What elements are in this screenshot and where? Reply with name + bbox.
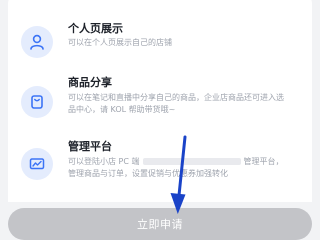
chart-monitor-icon [21,148,53,180]
redacted-text [142,158,241,165]
bottom-bar: 立即申请 [0,202,320,240]
apply-now-button[interactable]: 立即申请 [8,208,312,240]
shopping-bag-icon [21,86,53,118]
desc-part-before: 可以登陆小店 PC 端 [68,157,140,166]
feature-title: 个人页展示 [68,22,123,35]
feature-title: 商品分享 [68,76,112,89]
feature-description: 可以登陆小店 PC 端管理平台，管理商品与订单，设置促销与优惠券加强转化 [68,156,290,180]
person-icon [21,26,53,58]
feature-description: 可以在笔记和直播中分享自己的商品，企业店商品还可进入选品中心，请 KOL 帮助带… [68,93,284,114]
feature-title: 管理平台 [68,140,112,153]
feature-description: 可以在个人页展示自己的店铺 [68,38,172,47]
